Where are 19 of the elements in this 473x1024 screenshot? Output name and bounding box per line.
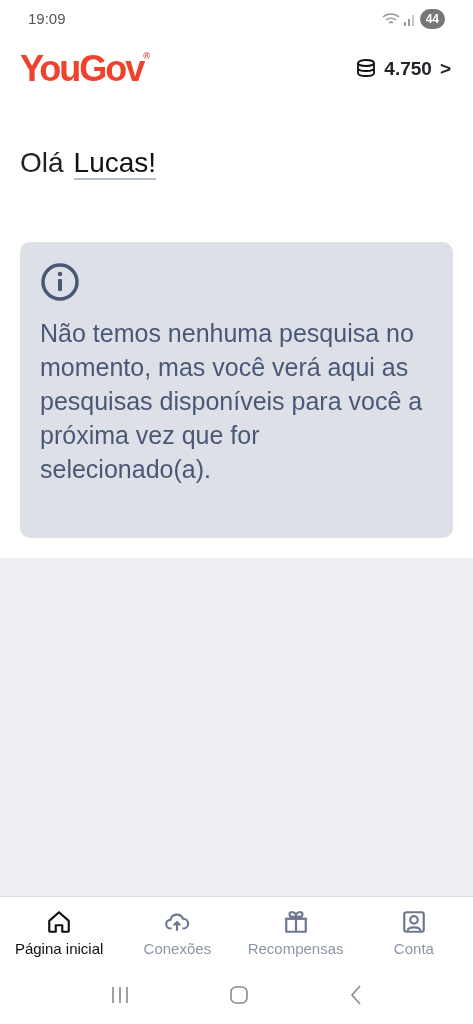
chevron-icon[interactable]: >: [439, 54, 451, 84]
info-icon: [40, 262, 80, 302]
notice-text: Não temos nenhuma pesquisa no momento, mas você verá aqui as pesquisas disponíveis para você a próxima vez que for selecionado(a).: [40, 318, 424, 485]
recent-apps-icon[interactable]: [109, 985, 130, 1005]
user-name: Lucas!: [73, 147, 157, 180]
gift-icon: [282, 909, 309, 935]
signal-icon: [403, 12, 416, 26]
points-balance[interactable]: 4.750: [384, 54, 432, 84]
status-time: 19:09: [28, 8, 66, 29]
coins-icon: [356, 59, 377, 79]
greeting-text: Olá: [20, 147, 64, 178]
battery-level: 44: [419, 9, 445, 29]
logo: YouGov$^{®}$: [20, 51, 150, 87]
home-icon: [46, 909, 73, 935]
nav-tab[interactable]: Página inicial: [0, 897, 119, 966]
home-icon[interactable]: [229, 985, 250, 1005]
account-icon: [400, 909, 427, 935]
back-icon[interactable]: [349, 984, 364, 1006]
wifi-icon: [381, 12, 400, 26]
